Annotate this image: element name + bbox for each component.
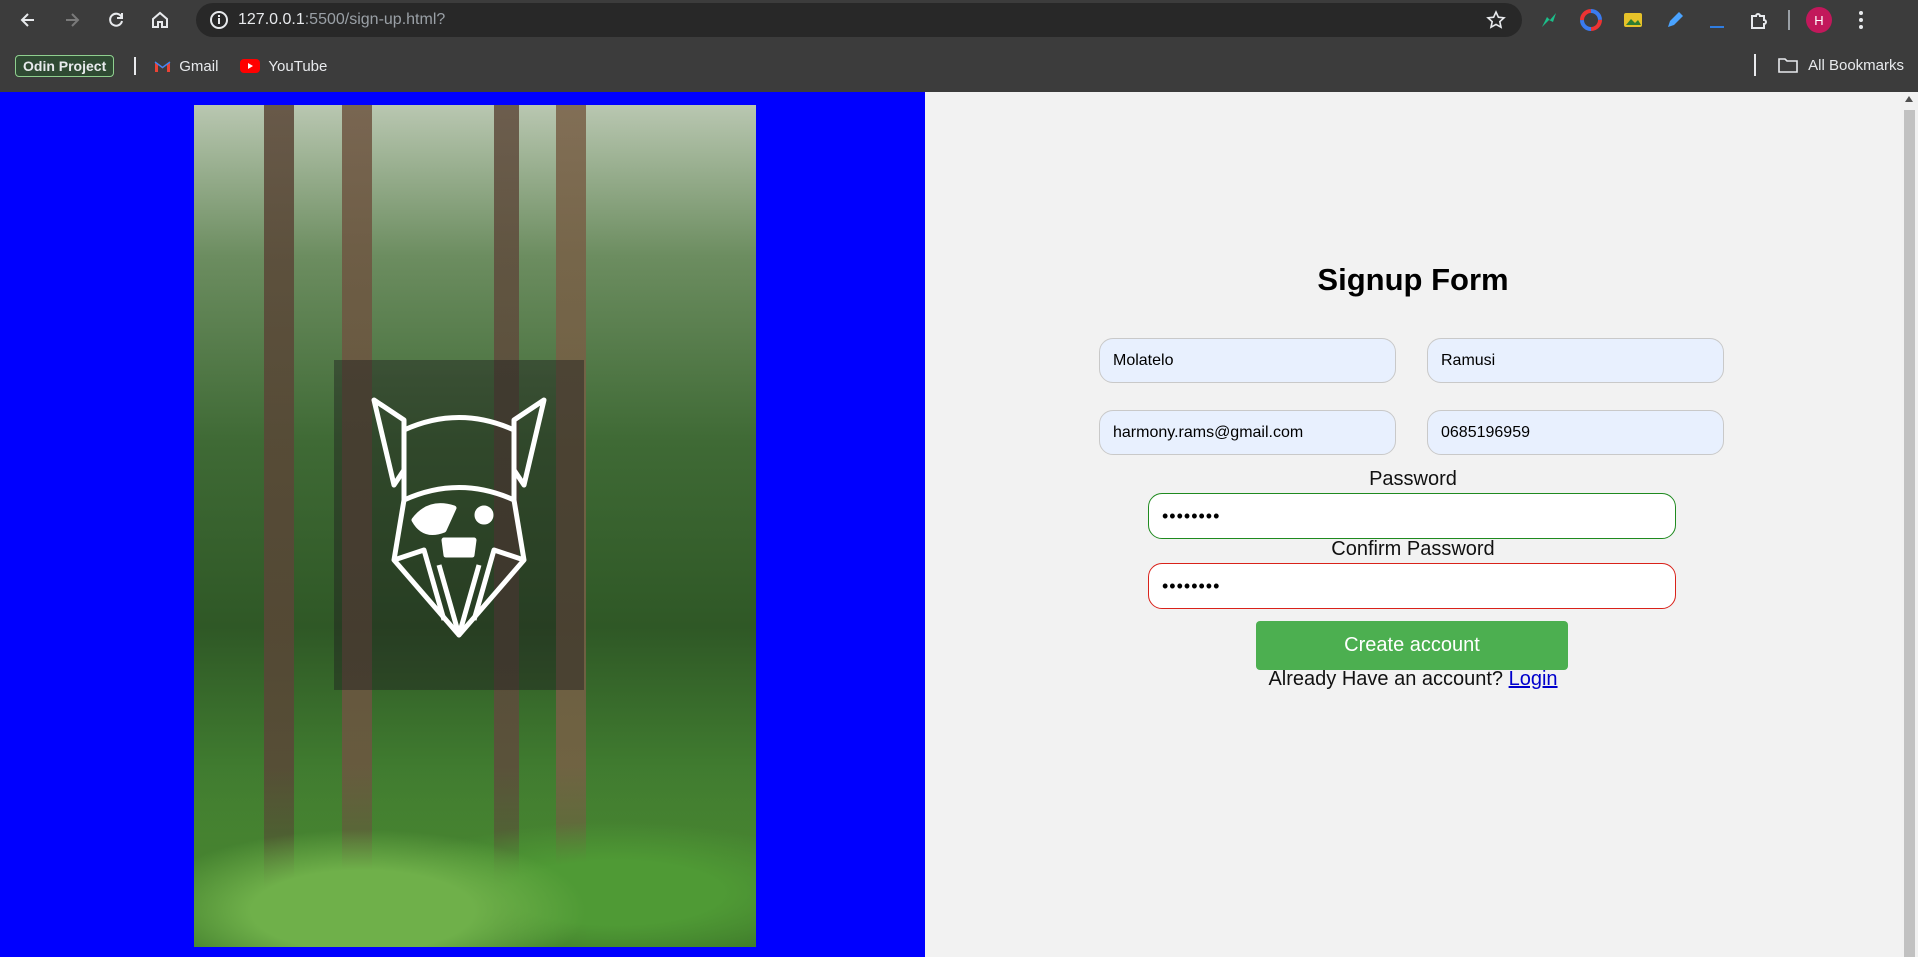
underscore-extension-icon[interactable] <box>1704 7 1730 33</box>
bookmark-gmail-label: Gmail <box>179 57 219 75</box>
form-pane: Signup Form Molatelo Ramusi harmony.rams… <box>925 92 1901 957</box>
create-account-button[interactable]: Create account <box>1256 621 1568 670</box>
forest-background-image <box>194 105 756 947</box>
all-bookmarks[interactable]: All Bookmarks <box>1754 54 1904 76</box>
arrow-left-icon <box>20 13 34 27</box>
hummingbird-extension-icon[interactable] <box>1536 7 1562 33</box>
bookmark-divider-right <box>1754 54 1757 76</box>
page-viewport: Signup Form Molatelo Ramusi harmony.rams… <box>0 92 1918 957</box>
page-scrollbar[interactable] <box>1901 92 1918 957</box>
confirm-password-input[interactable]: •••••••• <box>1148 563 1676 609</box>
first-name-input[interactable]: Molatelo <box>1099 338 1396 383</box>
more-menu-icon[interactable] <box>1848 7 1874 33</box>
image-extension-icon[interactable] <box>1620 7 1646 33</box>
url-host: 127.0.0.1 <box>238 11 305 28</box>
site-info-icon[interactable] <box>202 10 236 30</box>
pen-extension-icon[interactable] <box>1662 7 1688 33</box>
youtube-icon <box>240 59 261 73</box>
confirm-password-label: Confirm Password <box>1331 538 1495 560</box>
password-label: Password <box>1369 468 1457 490</box>
home-icon <box>152 11 168 28</box>
phone-input[interactable]: 0685196959 <box>1427 410 1724 455</box>
home-button[interactable] <box>140 0 180 40</box>
email-input[interactable]: harmony.rams@gmail.com <box>1099 410 1396 455</box>
bookmark-youtube[interactable]: YouTube <box>240 58 327 75</box>
browser-toolbar: 127.0.0.1:5500/sign-up.html? H <box>0 0 1918 40</box>
gmail-icon <box>154 60 171 72</box>
reload-icon <box>109 12 123 27</box>
password-input[interactable]: •••••••• <box>1148 493 1676 539</box>
scrollbar-thumb[interactable] <box>1904 110 1915 957</box>
scroll-up-arrow-icon[interactable] <box>1905 96 1913 102</box>
extensions-area: H <box>1536 0 1874 40</box>
address-bar[interactable]: 127.0.0.1:5500/sign-up.html? <box>196 3 1522 37</box>
odin-logo-overlay <box>334 360 584 690</box>
bookmark-divider <box>134 57 137 75</box>
bookmark-youtube-label: YouTube <box>268 57 328 75</box>
bookmark-odin-project[interactable]: Odin Project <box>15 55 115 77</box>
puzzle-extensions-icon[interactable] <box>1746 7 1772 33</box>
login-link[interactable]: Login <box>1509 668 1558 690</box>
last-name-input[interactable]: Ramusi <box>1427 338 1724 383</box>
back-button[interactable] <box>8 0 48 40</box>
arrow-right-icon <box>66 13 80 27</box>
folder-icon <box>1778 58 1798 73</box>
login-prompt: Already Have an account? Login <box>925 668 1901 691</box>
bookmark-star-icon[interactable] <box>1486 10 1506 35</box>
profile-avatar[interactable]: H <box>1806 7 1832 33</box>
url-text: 127.0.0.1:5500/sign-up.html? <box>238 11 445 29</box>
odin-viking-logo-icon <box>371 397 547 638</box>
hero-pane <box>0 92 925 957</box>
bookmarks-bar: Odin Project Gmail YouTube All Bookmarks <box>0 40 1918 93</box>
all-bookmarks-label: All Bookmarks <box>1808 56 1904 74</box>
form-title: Signup Form <box>1317 262 1509 297</box>
reload-button[interactable] <box>96 0 136 40</box>
forward-button[interactable] <box>52 0 92 40</box>
login-prompt-text: Already Have an account? <box>1268 668 1504 690</box>
color-wheel-extension-icon[interactable] <box>1578 7 1604 33</box>
bookmark-gmail[interactable]: Gmail <box>154 58 218 75</box>
toolbar-separator <box>1788 10 1790 30</box>
url-path: :5500/sign-up.html? <box>304 11 446 28</box>
